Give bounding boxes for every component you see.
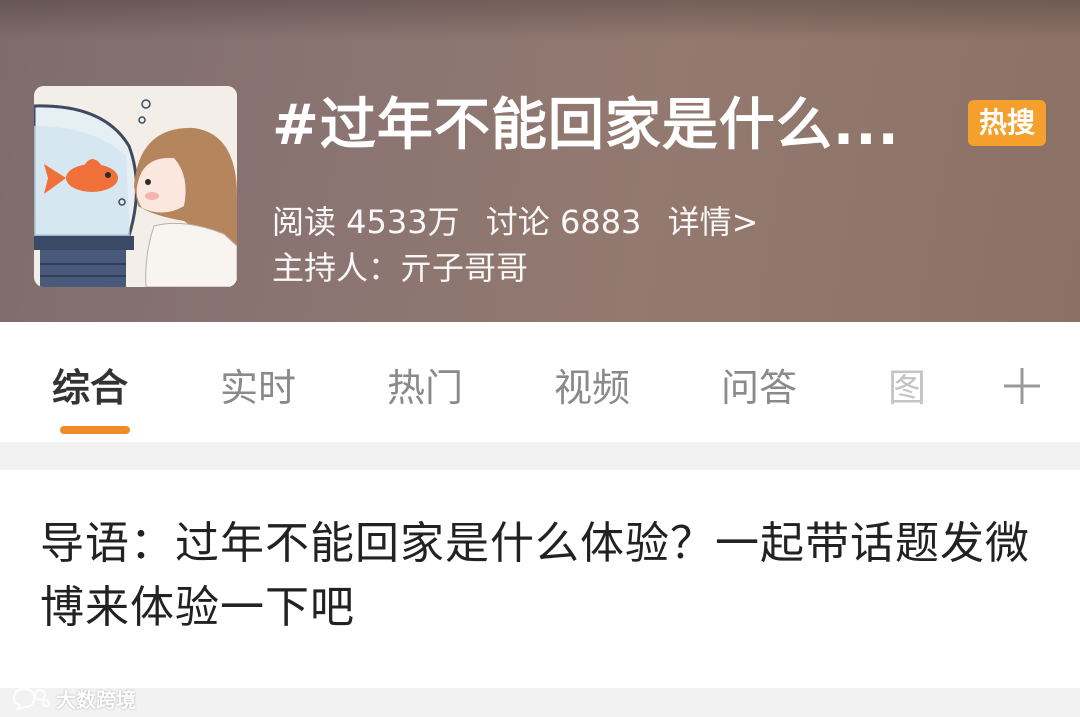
watermark: 大数跨境 xyxy=(10,682,136,714)
bubble-logo-icon xyxy=(12,687,50,711)
topic-cover-image[interactable] xyxy=(34,86,237,287)
girl-and-goldfish-illustration xyxy=(34,86,237,287)
tab-realtime[interactable]: 实时 xyxy=(220,360,296,416)
tab-image[interactable]: 图 xyxy=(888,360,926,416)
section-divider xyxy=(0,442,1080,470)
topic-stats: 阅读 4533万 讨论 6883 详情> xyxy=(272,200,774,244)
topic-title: #过年不能回家是什么... xyxy=(272,93,900,158)
bottom-divider xyxy=(0,688,1080,717)
hot-search-badge: 热搜 xyxy=(968,100,1046,146)
discussion-count: 讨论 6883 xyxy=(485,203,642,241)
tab-comprehensive[interactable]: 综合 xyxy=(52,360,128,416)
topic-host[interactable]: 主持人：亓子哥哥 xyxy=(272,246,528,290)
active-tab-indicator xyxy=(60,426,130,434)
tab-scroll-fade xyxy=(930,322,980,442)
details-link[interactable]: 详情> xyxy=(668,203,759,241)
tab-video[interactable]: 视频 xyxy=(554,360,630,416)
topic-page: #过年不能回家是什么... 热搜 阅读 4533万 讨论 6883 详情> 主持… xyxy=(0,0,1080,717)
watermark-text: 大数跨境 xyxy=(56,687,136,712)
topic-header: #过年不能回家是什么... 热搜 阅读 4533万 讨论 6883 详情> 主持… xyxy=(0,0,1080,322)
plus-icon-glyph xyxy=(1004,368,1040,404)
tab-qa[interactable]: 问答 xyxy=(721,360,797,416)
tab-bar: 综合 实时 热门 视频 问答 图 xyxy=(0,322,1080,442)
read-count: 阅读 4533万 xyxy=(272,203,460,241)
plus-icon[interactable] xyxy=(996,358,1048,414)
tab-hot[interactable]: 热门 xyxy=(387,360,463,416)
topic-intro: 导语：过年不能回家是什么体验？一起带话题发微博来体验一下吧 xyxy=(40,518,1030,633)
